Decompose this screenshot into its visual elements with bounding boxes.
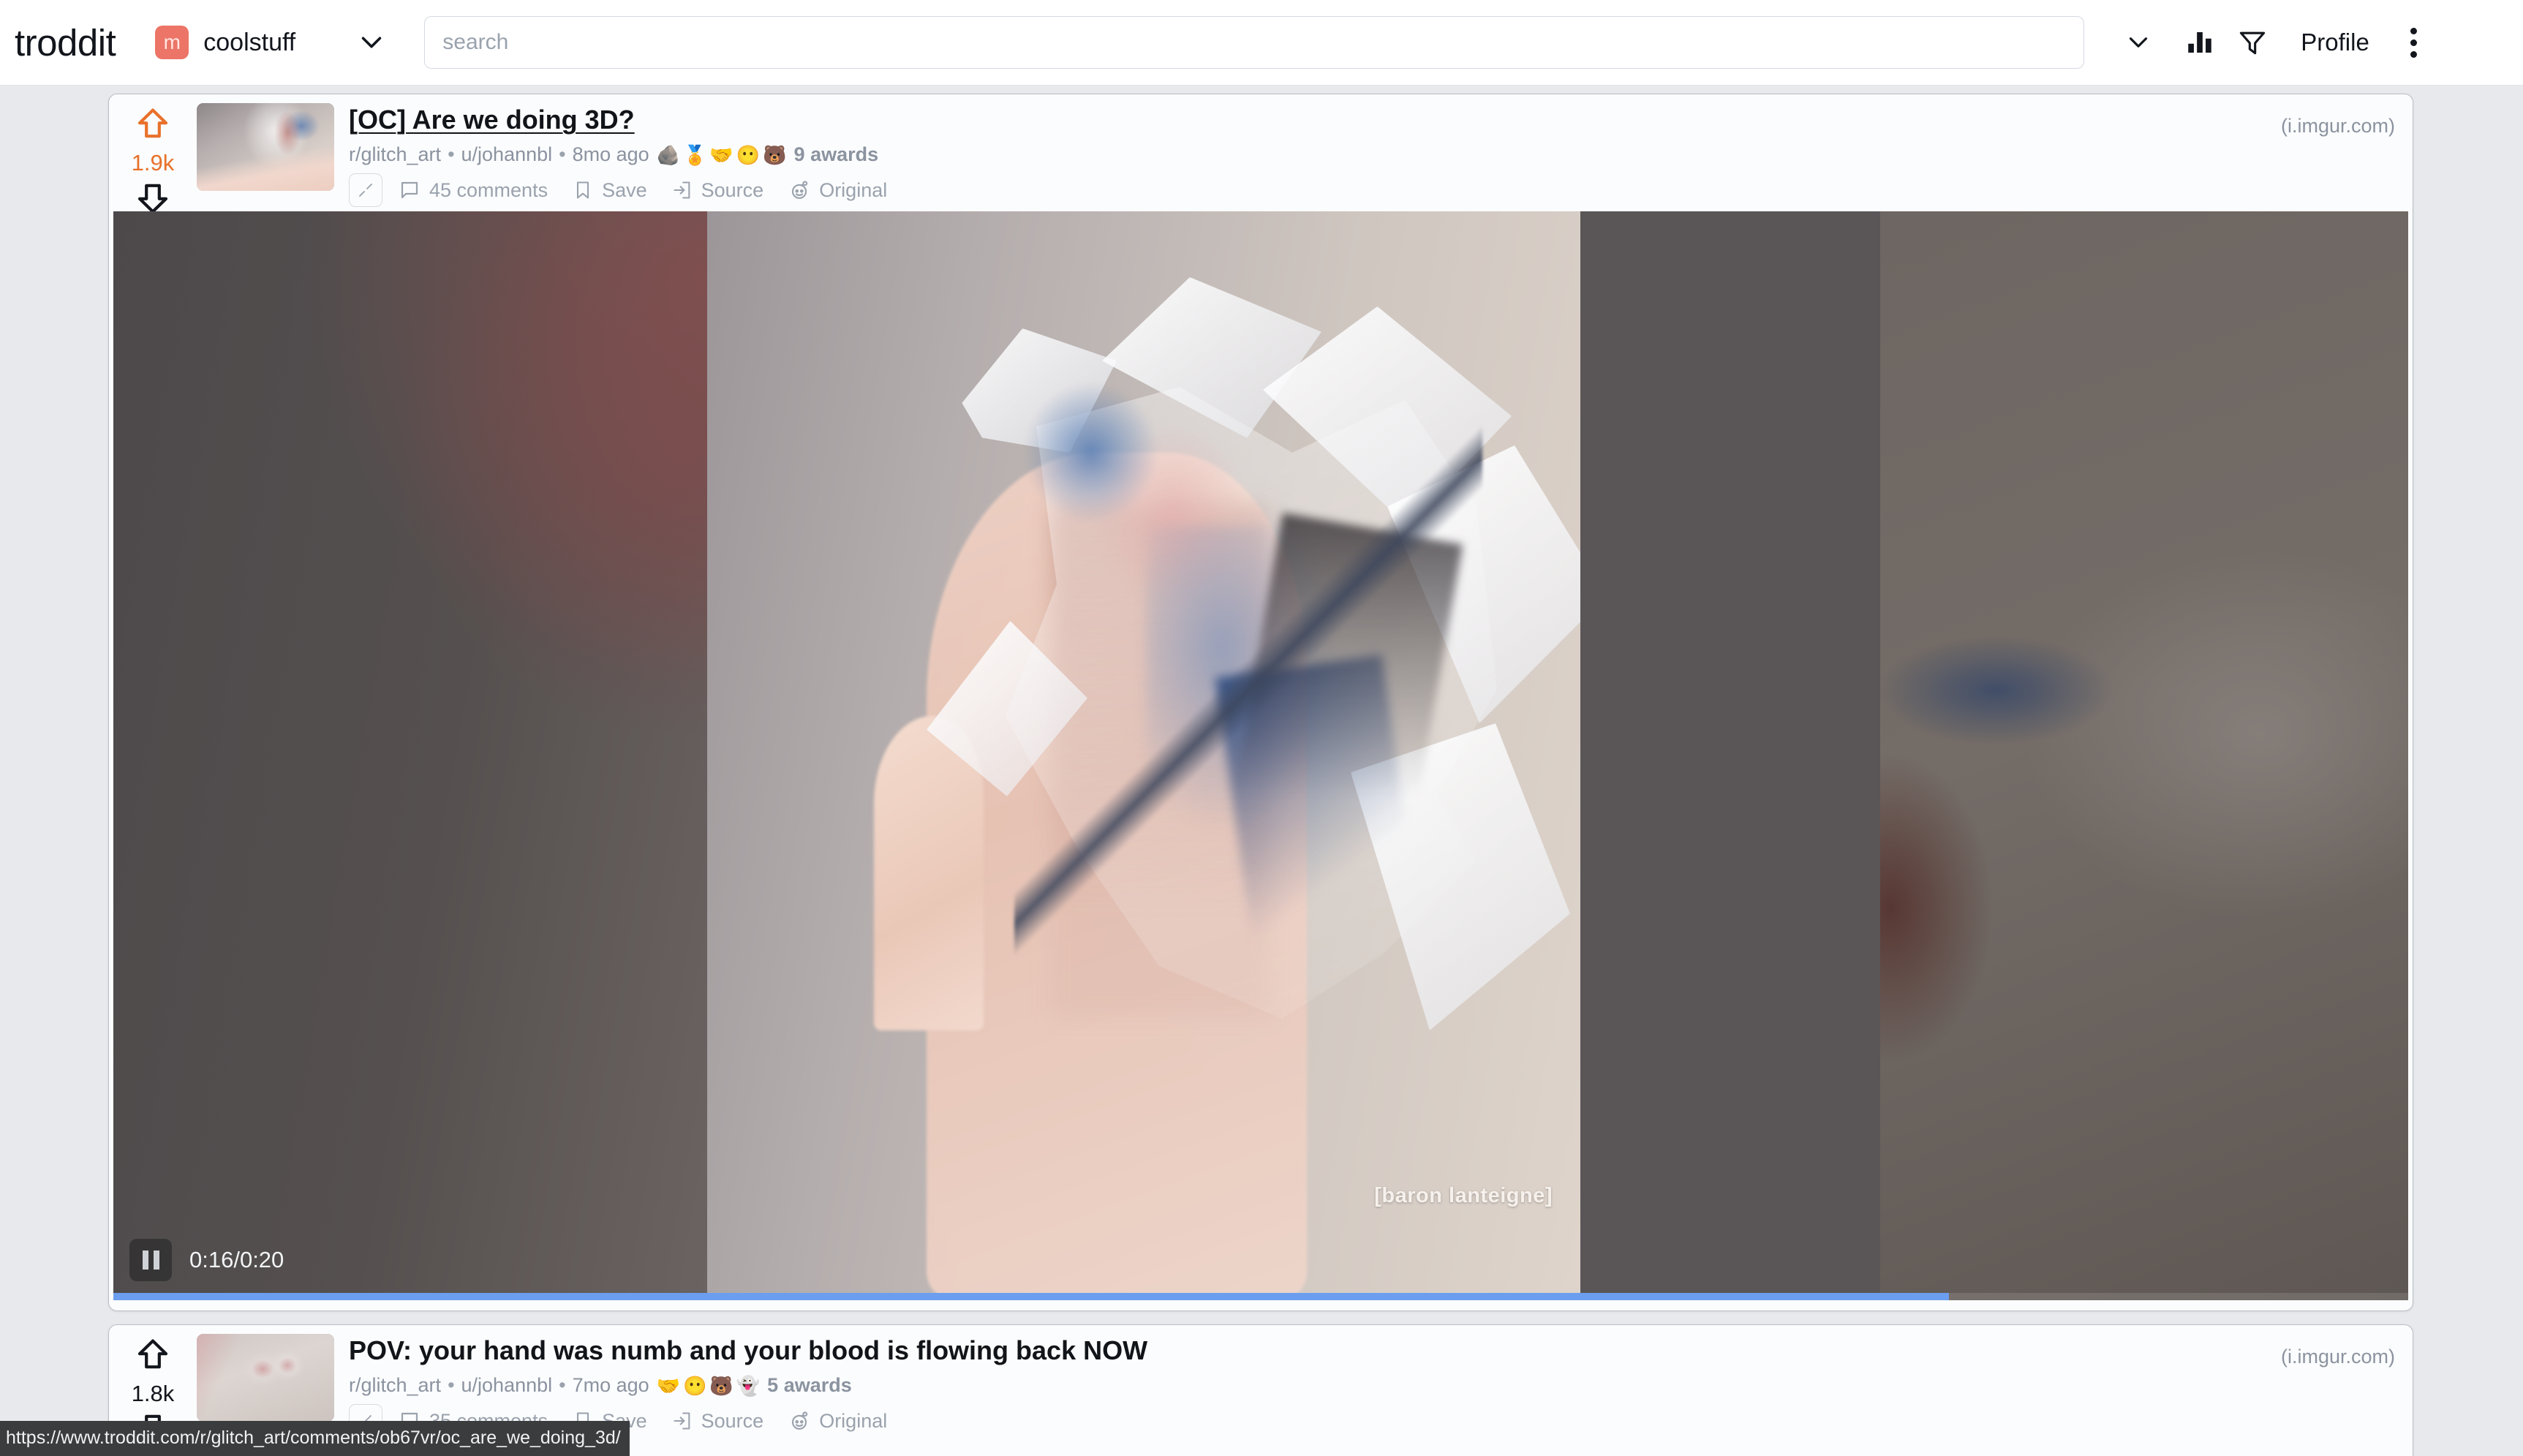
post-meta: r/glitch_art • u/johannbl • 7mo ago 🤝 😶 … xyxy=(349,1374,2413,1397)
awards-count: 9 awards xyxy=(793,143,879,166)
top-navigation-bar: troddit m coolstuff Profile xyxy=(0,0,2523,86)
post-domain: (i.imgur.com) xyxy=(2280,1346,2395,1368)
source-label: Source xyxy=(701,178,764,201)
meta-separator: • xyxy=(559,143,566,166)
pause-button[interactable] xyxy=(129,1239,172,1281)
post-actions: 45 comments Save Source Original xyxy=(349,173,2413,208)
source-button[interactable]: Source xyxy=(672,1409,764,1433)
post-awards: 🪨 🏅 🤝 😶 🐻 xyxy=(657,146,787,165)
upvote-button[interactable] xyxy=(135,1337,170,1376)
post-actions: 35 comments Save Source Original xyxy=(349,1404,2413,1438)
meta-separator: • xyxy=(448,143,455,166)
post-author[interactable]: u/johannbl xyxy=(461,1374,553,1397)
post-thumbnail[interactable] xyxy=(197,1334,334,1422)
award-icon: 🐻 xyxy=(709,1374,733,1397)
vote-column: 1.9k xyxy=(118,103,188,214)
search-field-wrapper xyxy=(424,16,2085,69)
search-input[interactable] xyxy=(424,16,2085,69)
toolbar-right-group: Profile xyxy=(2103,16,2443,69)
save-label: Save xyxy=(602,178,647,201)
video-progress-bar[interactable] xyxy=(113,1293,2408,1300)
post-thumbnail[interactable] xyxy=(197,103,334,191)
app-logo[interactable]: troddit xyxy=(15,21,116,64)
post-subreddit[interactable]: r/glitch_art xyxy=(349,1374,441,1397)
post-title[interactable]: [OC] Are we doing 3D? xyxy=(349,105,2413,135)
feed-container: 1.9k [OC] Are we doing 3D? r/glitch_art … xyxy=(0,86,2523,1456)
post-subreddit[interactable]: r/glitch_art xyxy=(349,143,441,166)
profile-button[interactable]: Profile xyxy=(2279,29,2391,56)
subreddit-name: coolstuff xyxy=(203,28,296,56)
expand-collapse-button[interactable] xyxy=(349,173,382,208)
video-backdrop-left xyxy=(113,211,707,1300)
award-icon: 🤝 xyxy=(709,143,733,166)
award-icon: 🤝 xyxy=(656,1374,681,1397)
source-label: Source xyxy=(701,1409,764,1432)
bar-chart-icon[interactable] xyxy=(2173,16,2226,69)
post-awards: 🤝 😶 🐻 👻 xyxy=(657,1376,761,1395)
award-icon: 👻 xyxy=(736,1374,761,1397)
post-age: 8mo ago xyxy=(572,143,649,166)
post-title[interactable]: POV: your hand was numb and your blood i… xyxy=(349,1335,2413,1366)
source-button[interactable]: Source xyxy=(672,178,764,202)
video-progress-fill xyxy=(113,1293,1950,1300)
video-time-display: 0:16/0:20 xyxy=(189,1247,284,1272)
funnel-filter-icon[interactable] xyxy=(2226,16,2279,69)
upvote-button[interactable] xyxy=(135,106,170,145)
award-icon: 😶 xyxy=(736,143,761,166)
post-card: 1.9k [OC] Are we doing 3D? r/glitch_art … xyxy=(108,94,2413,1311)
meta-separator: • xyxy=(448,1374,455,1397)
comments-label: 45 comments xyxy=(429,178,548,201)
original-button[interactable]: Original xyxy=(788,179,887,202)
subreddit-avatar: m xyxy=(155,26,189,59)
vote-score: 1.8k xyxy=(131,1381,175,1406)
video-player[interactable]: [baron lanteigne] 0:16/0:20 xyxy=(113,211,2408,1300)
post-domain: (i.imgur.com) xyxy=(2280,115,2395,137)
original-label: Original xyxy=(819,1409,888,1432)
more-vertical-icon[interactable] xyxy=(2391,16,2437,69)
meta-separator: • xyxy=(559,1374,566,1397)
save-button[interactable]: Save xyxy=(573,179,647,202)
post-header: 1.9k [OC] Are we doing 3D? r/glitch_art … xyxy=(109,94,2413,214)
video-backdrop-right xyxy=(1880,211,2408,1300)
vote-score: 1.9k xyxy=(131,150,175,176)
subreddit-selector[interactable]: m coolstuff xyxy=(155,26,295,59)
video-controls: 0:16/0:20 xyxy=(113,1220,2408,1300)
award-icon: 😶 xyxy=(683,1374,707,1397)
award-icon: 🪨 xyxy=(656,143,681,166)
post-author[interactable]: u/johannbl xyxy=(461,143,553,166)
award-icon: 🏅 xyxy=(683,143,707,166)
original-label: Original xyxy=(819,178,888,201)
video-art-slice xyxy=(1014,401,1482,1001)
comments-button[interactable]: 45 comments xyxy=(399,179,548,202)
original-button[interactable]: Original xyxy=(788,1410,887,1433)
post-meta: r/glitch_art • u/johannbl • 8mo ago 🪨 🏅 … xyxy=(349,143,2413,166)
post-age: 7mo ago xyxy=(572,1374,649,1397)
video-frame: [baron lanteigne] xyxy=(707,211,1580,1300)
award-icon: 🐻 xyxy=(763,143,787,166)
post-body: POV: your hand was numb and your blood i… xyxy=(334,1334,2413,1442)
chevron-down-icon-secondary[interactable] xyxy=(2103,16,2173,69)
video-watermark: [baron lanteigne] xyxy=(1374,1184,1553,1207)
chevron-down-icon[interactable] xyxy=(351,22,392,63)
status-bar-url: https://www.troddit.com/r/glitch_art/com… xyxy=(0,1421,630,1456)
post-body: [OC] Are we doing 3D? r/glitch_art • u/j… xyxy=(334,103,2413,211)
awards-count: 5 awards xyxy=(767,1374,852,1397)
